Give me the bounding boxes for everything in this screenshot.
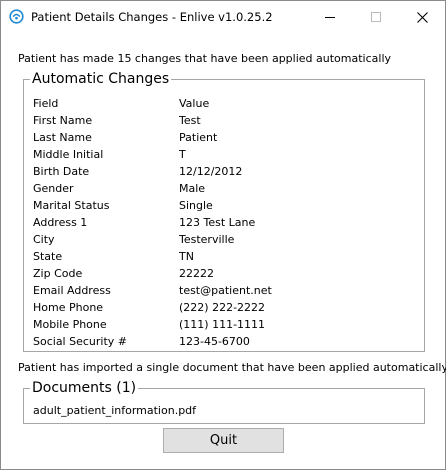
change-row: City Testerville	[33, 231, 272, 248]
field-value: (222) 222-2222	[179, 301, 266, 314]
field-name: Email Address	[33, 284, 111, 297]
change-row: State TN	[33, 248, 272, 265]
window-title: Patient Details Changes - Enlive v1.0.25…	[31, 10, 273, 24]
field-value: T	[179, 148, 186, 161]
field-value: Test	[179, 114, 201, 127]
field-value: TN	[179, 250, 194, 263]
change-row: Mobile Phone (111) 111-1111	[33, 316, 272, 333]
field-column-header: Field	[33, 97, 59, 110]
change-row: First Name Test	[33, 112, 272, 129]
change-row: Marital Status Single	[33, 197, 272, 214]
enlive-app-icon	[9, 9, 24, 24]
documents-group: Documents (1) adult_patient_information.…	[23, 379, 425, 424]
field-name: State	[33, 250, 63, 263]
field-value: 123-45-6700	[179, 335, 250, 348]
field-name: Last Name	[33, 131, 92, 144]
change-row: Gender Male	[33, 180, 272, 197]
change-row: Zip Code 22222	[33, 265, 272, 282]
field-value: (111) 111-1111	[179, 318, 266, 331]
field-value: 12/12/2012	[179, 165, 243, 178]
title-bar[interactable]: Patient Details Changes - Enlive v1.0.25…	[1, 1, 445, 33]
dialog-window: Patient Details Changes - Enlive v1.0.25…	[0, 0, 446, 470]
field-name: Zip Code	[33, 267, 83, 280]
change-row: Last Name Patient	[33, 129, 272, 146]
maximize-button	[353, 1, 399, 33]
field-name: Gender	[33, 182, 74, 195]
documents-title: Documents (1)	[30, 379, 139, 397]
automatic-changes-group: Automatic Changes Field Value First Name T…	[23, 70, 425, 352]
field-name: Marital Status	[33, 199, 110, 212]
field-name: Address 1	[33, 216, 88, 229]
change-row: Social Security # 123-45-6700	[33, 333, 272, 350]
quit-button[interactable]: Quit	[163, 428, 284, 453]
document-import-text: Patient has imported a single document t…	[18, 361, 446, 374]
field-name: Middle Initial	[33, 148, 104, 161]
field-name: Mobile Phone	[33, 318, 107, 331]
field-name: Social Security #	[33, 335, 127, 348]
field-value: Male	[179, 182, 206, 195]
document-item[interactable]: adult_patient_information.pdf	[33, 404, 196, 417]
changes-summary-text: Patient has made 15 changes that have be…	[18, 52, 392, 65]
change-row: Address 1 123 Test Lane	[33, 214, 272, 231]
value-column-header: Value	[179, 97, 210, 110]
field-value: Testerville	[179, 233, 235, 246]
change-row: Home Phone (222) 222-2222	[33, 299, 272, 316]
field-name: Birth Date	[33, 165, 90, 178]
minimize-button[interactable]	[307, 1, 353, 33]
change-row: Birth Date 12/12/2012	[33, 163, 272, 180]
field-name: First Name	[33, 114, 93, 127]
close-button[interactable]	[399, 1, 445, 33]
field-value: test@patient.net	[179, 284, 272, 297]
close-icon	[416, 11, 428, 23]
minimize-icon	[325, 16, 335, 18]
changes-list: Field Value First Name Test Last Name Patie…	[33, 95, 272, 350]
field-value: Patient	[179, 131, 218, 144]
changes-header-row: Field Value	[33, 95, 272, 112]
field-name: City	[33, 233, 55, 246]
field-value: Single	[179, 199, 213, 212]
change-row: Email Address test@patient.net	[33, 282, 272, 299]
maximize-icon	[371, 12, 381, 22]
field-name: Home Phone	[33, 301, 104, 314]
field-value: 22222	[179, 267, 214, 280]
automatic-changes-title: Automatic Changes	[30, 70, 172, 88]
field-value: 123 Test Lane	[179, 216, 256, 229]
change-row: Middle Initial T	[33, 146, 272, 163]
